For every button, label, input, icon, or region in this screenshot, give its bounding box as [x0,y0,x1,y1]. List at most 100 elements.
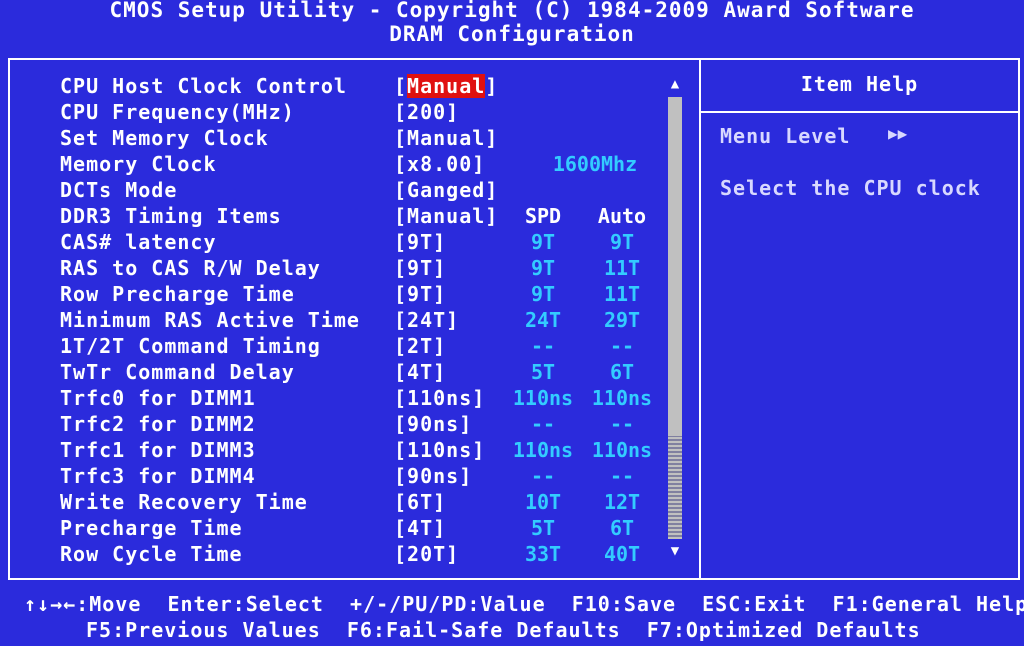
setting-label: Trfc2 for DIMM2 [60,412,256,436]
setting-value[interactable]: [x8.00] [394,151,485,177]
setting-label: CPU Frequency(MHz) [60,100,295,124]
setting-row[interactable]: CPU Host Clock Control [Manual] [0,73,700,99]
setting-value-text: Manual [407,126,486,150]
setting-value[interactable]: [90ns] [394,411,472,437]
setting-value[interactable]: [2T] [394,333,446,359]
setting-row[interactable]: Memory Clock [x8.00] 1600Mhz [0,151,700,177]
setting-row[interactable]: RAS to CAS R/W Delay [9T] 9T 11T [0,255,700,281]
setting-value-text: x8.00 [407,152,473,176]
menu-level-arrows-icon: ▶▶ [888,124,908,143]
spd-value: -- [530,464,556,488]
setting-value[interactable]: [Ganged] [394,177,498,203]
setting-value-text: Manual [407,204,486,228]
scrollbar-thumb[interactable] [668,436,682,539]
setting-row[interactable]: Trfc2 for DIMM2 [90ns] -- -- [0,411,700,437]
setting-label: RAS to CAS R/W Delay [60,256,321,280]
spd-value: 110ns [512,438,574,462]
setting-value[interactable]: [20T] [394,541,459,567]
setting-value-text: 4T [407,360,434,384]
spd-value: 9T [530,230,556,254]
setting-row[interactable]: CAS# latency [9T] 9T 9T [0,229,700,255]
setting-row[interactable]: Set Memory Clock [Manual] [0,125,700,151]
setting-label: CAS# latency [60,230,217,254]
setting-value[interactable]: [6T] [394,489,446,515]
setting-value-text: 9T [407,256,434,280]
setting-value[interactable]: [Manual] [394,125,498,151]
auto-value: 11T [603,282,641,306]
auto-value: 6T [609,360,635,384]
spd-value: 9T [530,282,556,306]
spd-value: 9T [530,256,556,280]
setting-row[interactable]: Row Precharge Time [9T] 9T 11T [0,281,700,307]
setting-row[interactable]: Trfc3 for DIMM4 [90ns] -- -- [0,463,700,489]
setting-label: Row Cycle Time [60,542,243,566]
spd-value: 110ns [512,386,574,410]
setting-row[interactable]: 1T/2T Command Timing [2T] -- -- [0,333,700,359]
page-title: DRAM Configuration [389,22,635,46]
setting-value-text: 24T [407,308,447,332]
setting-label: Memory Clock [60,152,217,176]
spd-value: 10T [524,490,562,514]
setting-value[interactable]: [90ns] [394,463,472,489]
setting-value-text: 9T [407,230,434,254]
setting-label: Set Memory Clock [60,126,269,150]
setting-value-text: 200 [407,100,447,124]
auto-value: -- [609,464,635,488]
setting-value[interactable]: [9T] [394,229,446,255]
item-help-description: Select the CPU clock [720,176,981,200]
setting-value-text: Ganged [407,178,486,202]
setting-value[interactable]: [Manual] [394,203,498,229]
menu-level-label: Menu Level [720,124,851,148]
scroll-down-icon[interactable]: ▼ [666,543,684,559]
footer-keys-line1: ↑↓→←:Move Enter:Select +/-/PU/PD:Value F… [24,592,1024,616]
setting-label: Trfc1 for DIMM3 [60,438,256,462]
setting-value-text: 2T [407,334,434,358]
setting-value[interactable]: [110ns] [394,437,485,463]
auto-value: 110ns [591,386,653,410]
setting-row[interactable]: Minimum RAS Active Time [24T] 24T 29T [0,307,700,333]
setting-value-text: 110ns [407,386,473,410]
setting-label: 1T/2T Command Timing [60,334,321,358]
spd-value: 24T [524,308,562,332]
setting-row[interactable]: DDR3 Timing Items [Manual] SPD Auto [0,203,700,229]
auto-value: 40T [603,542,641,566]
setting-row[interactable]: Trfc1 for DIMM3 [110ns] 110ns 110ns [0,437,700,463]
setting-label: Trfc3 for DIMM4 [60,464,256,488]
setting-label: Row Precharge Time [60,282,295,306]
window-title: CMOS Setup Utility - Copyright (C) 1984-… [109,0,915,22]
auto-value: -- [609,412,635,436]
setting-row[interactable]: Precharge Time [4T] 5T 6T [0,515,700,541]
spd-value: 33T [524,542,562,566]
setting-value[interactable]: [110ns] [394,385,485,411]
setting-label: CPU Host Clock Control [60,74,347,98]
setting-value-text: 110ns [407,438,473,462]
setting-value[interactable]: [24T] [394,307,459,333]
auto-value: 9T [609,230,635,254]
setting-row[interactable]: Trfc0 for DIMM1 [110ns] 110ns 110ns [0,385,700,411]
setting-value[interactable]: [9T] [394,281,446,307]
setting-value[interactable]: [200] [394,99,459,125]
setting-row[interactable]: CPU Frequency(MHz) [200] [0,99,700,125]
setting-row[interactable]: DCTs Mode [Ganged] [0,177,700,203]
setting-label: TwTr Command Delay [60,360,295,384]
setting-value-text: Manual [407,74,486,98]
setting-label: Minimum RAS Active Time [60,308,360,332]
setting-value[interactable]: [Manual] [394,73,498,99]
auto-value: 6T [609,516,635,540]
scroll-up-icon[interactable]: ▲ [666,76,684,92]
setting-row[interactable]: Write Recovery Time [6T] 10T 12T [0,489,700,515]
auto-column-header: Auto [597,204,647,228]
setting-row[interactable]: Row Cycle Time [20T] 33T 40T [0,541,700,567]
setting-value[interactable]: [4T] [394,515,446,541]
setting-label: Precharge Time [60,516,243,540]
spd-value: 5T [530,360,556,384]
setting-label: Write Recovery Time [60,490,308,514]
setting-row[interactable]: TwTr Command Delay [4T] 5T 6T [0,359,700,385]
setting-value-text: 6T [407,490,434,514]
setting-label: Trfc0 for DIMM1 [60,386,256,410]
spd-value: 5T [530,516,556,540]
setting-label: DDR3 Timing Items [60,204,282,228]
setting-value[interactable]: [9T] [394,255,446,281]
setting-value[interactable]: [4T] [394,359,446,385]
setting-value-text: 90ns [407,464,460,488]
